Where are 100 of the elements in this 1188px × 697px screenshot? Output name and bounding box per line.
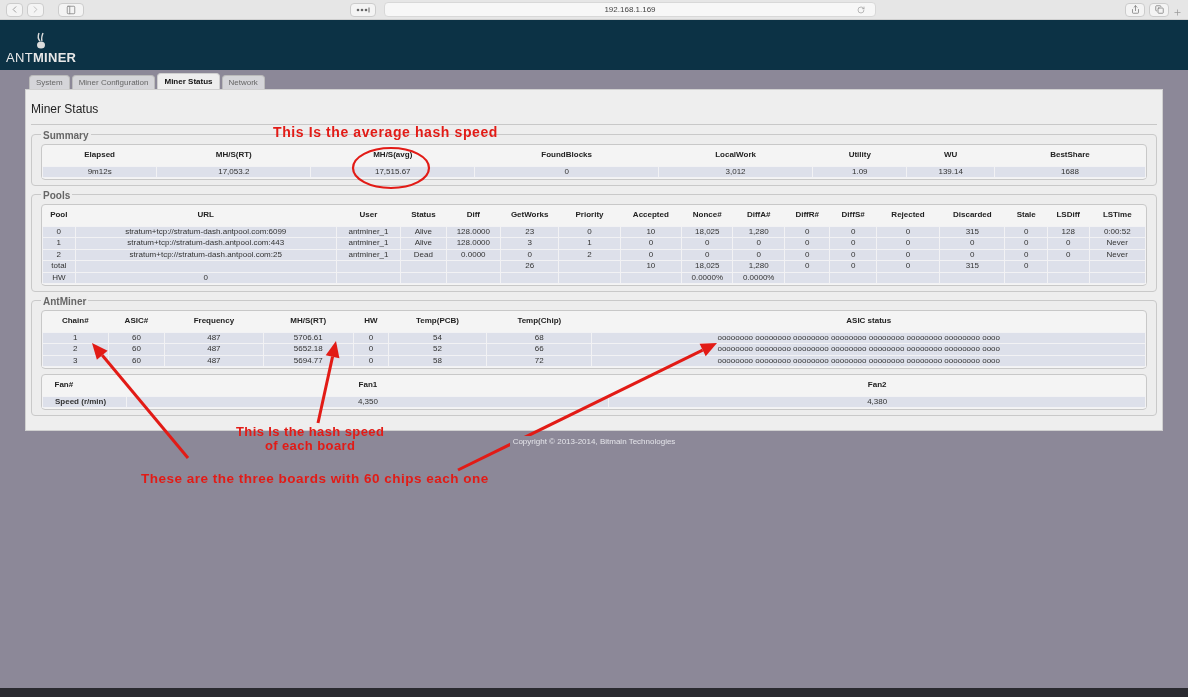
column-header: WU (943, 149, 959, 162)
column-header: Utility (847, 149, 872, 162)
column-header: MH/S(avg) (372, 149, 414, 162)
table-cell: 3,012 (658, 166, 813, 178)
column-header: Nonce# (691, 209, 723, 222)
column-header: LSTime (1101, 209, 1133, 222)
table-cell: 0 (1004, 226, 1048, 238)
section-title: Summary (41, 129, 91, 143)
column-header: Discarded (952, 209, 993, 222)
column-header: MH/S(RT) (214, 149, 253, 162)
column-header: Temp(Chip) (516, 315, 563, 328)
table-cell: 0 (353, 332, 389, 344)
tab[interactable]: Miner Configuration (71, 75, 156, 89)
column-header: Frequency (192, 315, 236, 328)
page-title: Miner Status (31, 101, 100, 118)
address-bar[interactable]: 192.168.1.169 (384, 2, 876, 17)
table-cell: 0 (75, 272, 337, 284)
column-header: Stale (1015, 209, 1037, 222)
tab[interactable]: System (29, 75, 70, 89)
column-header: URL (196, 209, 215, 222)
table-cell: 5694.77 (263, 355, 354, 367)
url-text: 192.168.1.169 (604, 3, 656, 16)
table-cell: 487 (164, 332, 264, 344)
table-cell: 2 (42, 249, 76, 261)
table-cell: 10 (620, 226, 682, 238)
sidebar-button[interactable] (58, 2, 84, 17)
table-cell: 9m12s (42, 166, 157, 178)
dots-button[interactable] (350, 2, 376, 17)
table-cell: 0 (784, 226, 830, 238)
table-cell: 18,025 (681, 226, 733, 238)
dots-icon (356, 6, 370, 13)
table-cell: 128.0000 (446, 226, 501, 238)
table-cell: 0 (558, 226, 621, 238)
column-header: Diff (465, 209, 481, 222)
table-cell: 72 (486, 355, 592, 367)
annotation-text: of each board (264, 439, 356, 453)
table-cell: 0.0000 (446, 249, 501, 261)
table-cell: 0 (353, 355, 389, 367)
tabs-button[interactable] (1149, 2, 1169, 17)
column-header: Pool (49, 209, 69, 222)
column-header: Chain# (60, 315, 90, 328)
column-header: DiffS# (840, 209, 866, 222)
column-header: Priority (574, 209, 605, 222)
table-cell: 4,350 (126, 396, 609, 408)
table-cell: Dead (400, 249, 447, 261)
back-button[interactable] (6, 2, 23, 17)
annotation-text: This Is the average hash speed (273, 123, 498, 142)
table-cell: Never (1089, 249, 1146, 261)
column-header: Status (410, 209, 437, 222)
column-header: Fan2 (866, 379, 888, 392)
table-cell: 315 (939, 226, 1005, 238)
table-cell: 0.0000% (732, 272, 785, 284)
column-header: Temp(PCB) (414, 315, 460, 328)
column-header: LSDiff (1055, 209, 1082, 222)
table-cell: 139.14 (906, 166, 995, 178)
logo-text: ANTMINER (6, 51, 78, 65)
ant-logo-icon (35, 32, 47, 50)
new-tab-icon[interactable] (1173, 8, 1182, 17)
forward-button[interactable] (27, 2, 44, 17)
table-cell: Speed (r/min) (42, 396, 127, 408)
table-cell: 0 (681, 249, 733, 261)
table-cell: 17,515.67 (310, 166, 475, 178)
column-header: MH/S(RT) (289, 315, 328, 328)
table-cell: 3 (42, 355, 109, 367)
column-header: DiffA# (745, 209, 772, 222)
share-icon (1130, 5, 1140, 14)
column-header: Fan# (53, 379, 75, 392)
column-header: LocalWork (714, 149, 757, 162)
table-cell: stratum+tcp://stratum-dash.antpool.com:6099 (75, 226, 337, 238)
annotation-text: These are the three boards with 60 chips each one (141, 470, 489, 488)
column-header: ASIC# (123, 315, 150, 328)
column-header: User (358, 209, 379, 222)
table-cell: 0 (829, 249, 877, 261)
tab[interactable]: Miner Status (157, 73, 220, 89)
column-header: Rejected (890, 209, 926, 222)
table-cell: 1.09 (812, 166, 907, 178)
table-cell: 1688 (994, 166, 1146, 178)
column-header: HW (363, 315, 379, 328)
tab[interactable]: Network (221, 75, 265, 89)
table-cell: 58 (388, 355, 487, 367)
table-cell: 0 (784, 249, 830, 261)
table-cell: 0 (829, 226, 877, 238)
share-button[interactable] (1125, 2, 1145, 17)
table-cell: oooooooo oooooooo oooooooo oooooooo oooooooo oooooooo oooooooo oooo (591, 332, 1146, 344)
table-cell: 1 (42, 332, 109, 344)
table-cell: oooooooo oooooooo oooooooo oooooooo oooooooo oooooooo oooooooo oooo (591, 355, 1146, 367)
table-cell: 487 (164, 355, 264, 367)
table-cell: 5706.61 (263, 332, 354, 344)
table-cell: 0:00:52 (1089, 226, 1146, 238)
column-header: GetWorks (509, 209, 550, 222)
column-header: DiffR# (794, 209, 820, 222)
table-cell: 68 (486, 332, 592, 344)
table-cell: 0 (1047, 249, 1090, 261)
table-cell: antminer_1 (336, 226, 401, 238)
table-cell: 128 (1047, 226, 1090, 238)
column-header: Fan1 (357, 379, 379, 392)
column-header: BestShare (1049, 149, 1091, 162)
reload-icon[interactable] (857, 5, 865, 14)
table-cell: 17,053.2 (156, 166, 311, 178)
table-cell: 1,280 (732, 226, 785, 238)
